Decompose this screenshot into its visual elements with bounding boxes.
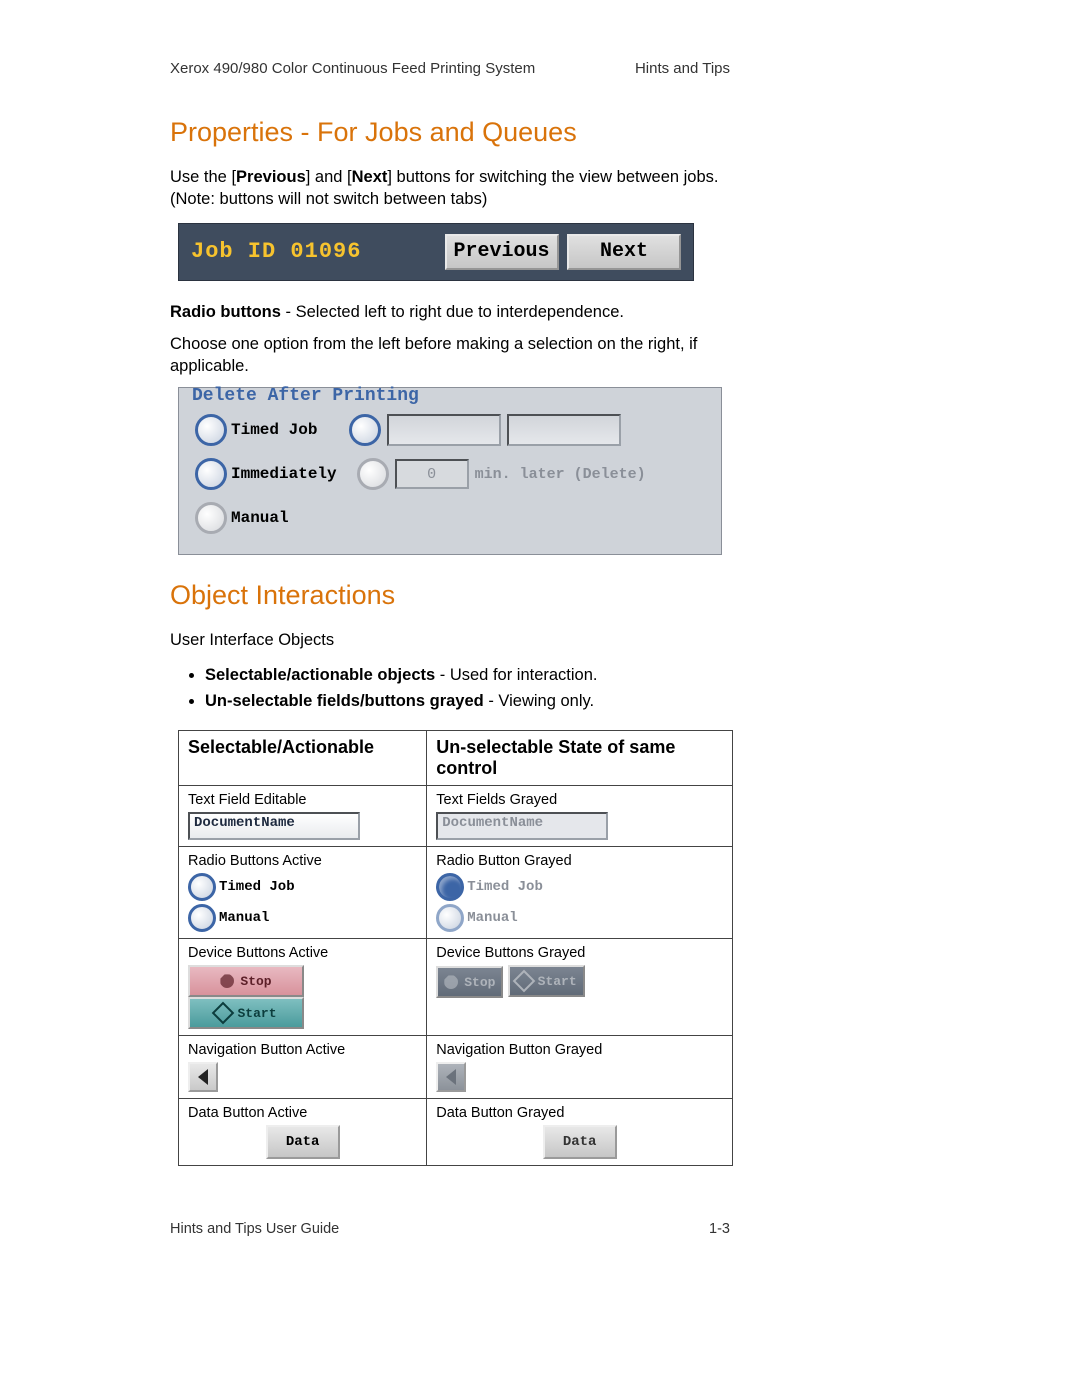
text-field-editable[interactable]: DocumentName [188, 812, 360, 840]
stop-button-active[interactable]: Stop [188, 965, 304, 997]
radio-timed-job[interactable] [195, 414, 227, 446]
radio-grayed [436, 904, 464, 932]
min-later-label: min. later (Delete) [475, 466, 646, 483]
job-nav-bar: Job ID 01096 Previous Next [178, 223, 694, 281]
radio-manual-disabled [195, 502, 227, 534]
radio-timed-job-label: Timed Job [231, 421, 329, 439]
radio-active[interactable] [188, 873, 216, 901]
stop-icon [444, 975, 458, 989]
stop-button-grayed: Stop [436, 966, 503, 998]
row-label: Text Fields Grayed [436, 792, 723, 808]
nav-back-button-grayed [436, 1062, 466, 1092]
radio-active[interactable] [188, 904, 216, 932]
list-item: Un-selectable fields/buttons grayed - Vi… [205, 688, 730, 714]
radio-immediately-sub-disabled [357, 458, 389, 490]
row-label: Navigation Button Grayed [436, 1042, 723, 1058]
para-choose: Choose one option from the left before m… [170, 333, 730, 378]
th-unselectable: Un-selectable State of same control [427, 731, 733, 786]
list-item: Selectable/actionable objects - Used for… [205, 662, 730, 688]
start-button-active[interactable]: Start [188, 997, 304, 1029]
row-label: Text Field Editable [188, 792, 417, 808]
footer-right: 1-3 [709, 1221, 730, 1237]
uio-list: Selectable/actionable objects - Used for… [170, 662, 730, 715]
para-uio: User Interface Objects [170, 629, 730, 651]
timed-input-2[interactable] [507, 414, 621, 446]
heading-properties: Properties - For Jobs and Queues [170, 117, 730, 148]
next-button[interactable]: Next [567, 234, 681, 270]
radio-manual-label: Manual [231, 509, 329, 527]
timed-input-1[interactable] [387, 414, 501, 446]
th-selectable: Selectable/Actionable [179, 731, 427, 786]
dap-legend: Delete After Printing [189, 386, 705, 406]
comparison-table: Selectable/Actionable Un-selectable Stat… [178, 730, 733, 1166]
delete-after-printing-group: Delete After Printing Timed Job Immediat… [178, 387, 722, 555]
radio-immediately[interactable] [195, 458, 227, 490]
data-button-grayed: Data [543, 1125, 617, 1159]
radio-grayed [436, 873, 464, 901]
footer-left: Hints and Tips User Guide [170, 1221, 339, 1237]
text-field-grayed: DocumentName [436, 812, 608, 840]
triangle-left-icon [446, 1069, 456, 1085]
data-button-active[interactable]: Data [266, 1125, 340, 1159]
row-label: Device Buttons Active [188, 945, 417, 961]
header-right: Hints and Tips [635, 60, 730, 77]
job-id-label: Job ID 01096 [191, 239, 361, 264]
start-icon [512, 970, 535, 993]
row-label: Data Button Active [188, 1105, 417, 1121]
start-button-grayed: Start [508, 965, 585, 997]
minutes-input-disabled: 0 [395, 459, 469, 489]
row-label: Radio Buttons Active [188, 853, 417, 869]
previous-button[interactable]: Previous [445, 234, 559, 270]
para-prevnext: Use the [Previous] and [Next] buttons fo… [170, 166, 730, 211]
row-label: Radio Button Grayed [436, 853, 723, 869]
start-icon [212, 1002, 235, 1025]
radio-immediately-label: Immediately [231, 465, 337, 483]
heading-object-interactions: Object Interactions [170, 580, 730, 611]
triangle-left-icon [198, 1069, 208, 1085]
para-radio: Radio buttons - Selected left to right d… [170, 301, 730, 323]
stop-icon [220, 974, 234, 988]
row-label: Device Buttons Grayed [436, 945, 723, 961]
row-label: Navigation Button Active [188, 1042, 417, 1058]
row-label: Data Button Grayed [436, 1105, 723, 1121]
header-left: Xerox 490/980 Color Continuous Feed Prin… [170, 60, 535, 77]
radio-timed-sub[interactable] [349, 414, 381, 446]
nav-back-button-active[interactable] [188, 1062, 218, 1092]
